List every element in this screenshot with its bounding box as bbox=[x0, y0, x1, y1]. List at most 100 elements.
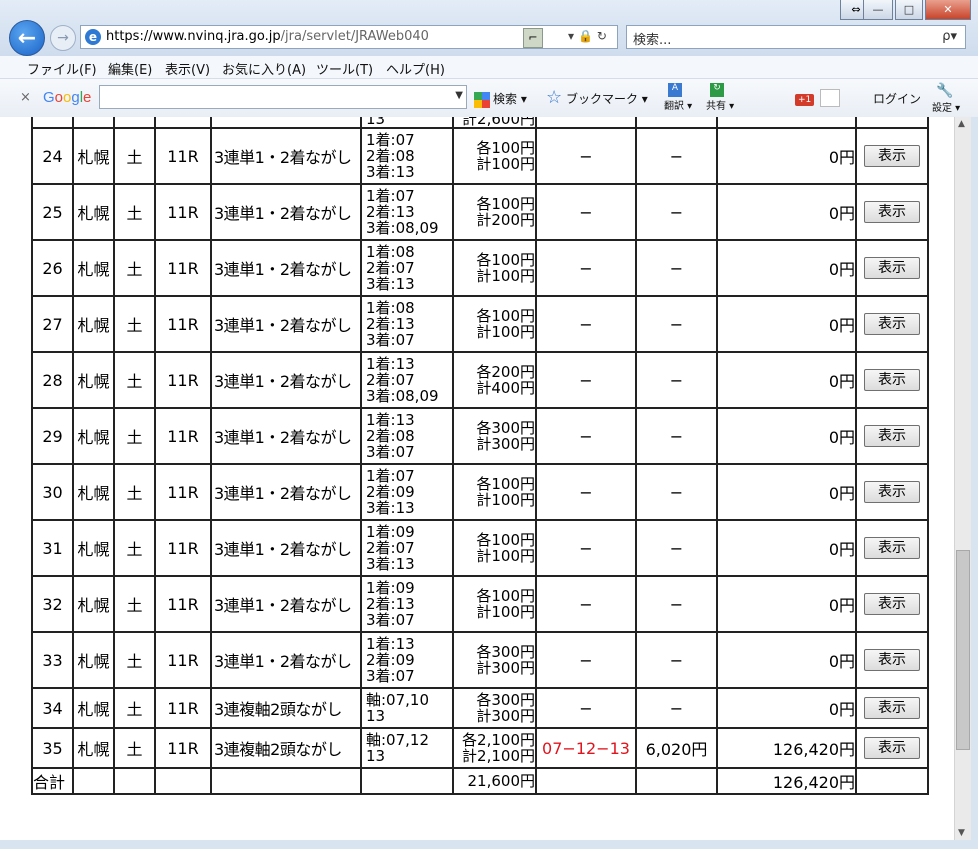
selection-line: 2着:07 bbox=[366, 371, 415, 389]
table-row: 27 札幌土 11R 3連単1・2着ながし 1着:08 2着:13 3着:07 各100円 計1… bbox=[31, 295, 929, 353]
cell-selection: 1着:09 2着:07 3着:13 bbox=[360, 519, 454, 577]
forward-arrow-icon[interactable]: → bbox=[50, 25, 76, 51]
cell-race: 11R bbox=[154, 295, 212, 353]
scroll-down-icon[interactable]: ▼ bbox=[958, 828, 965, 838]
cell-no: 34 bbox=[31, 687, 74, 729]
cell-type: 3連単1・2着ながし bbox=[210, 463, 362, 521]
table-row: 35 札幌土 11R 3連複軸2頭ながし 軸:07,12 13 各2,100円 計2,100円… bbox=[31, 727, 929, 769]
ie-page-icon: e bbox=[85, 29, 101, 45]
search-icon[interactable]: ρ▾ bbox=[942, 29, 957, 44]
cell-race: 11R bbox=[154, 687, 212, 729]
cell-hit: − bbox=[535, 519, 637, 577]
toolbar-close-icon[interactable]: × bbox=[20, 90, 31, 105]
selection-line: 軸:07,10 bbox=[366, 691, 429, 709]
window-controls: — □ ✕ bbox=[863, 0, 971, 20]
show-button[interactable]: 表示 bbox=[864, 737, 920, 759]
translate-label: 翻訳 ▾ bbox=[664, 101, 693, 112]
cell-odds: − bbox=[635, 631, 718, 689]
translate-button[interactable]: A 翻訳 ▾ bbox=[664, 83, 692, 112]
back-arrow-icon[interactable]: ← bbox=[9, 20, 45, 56]
cell-place: 札幌 bbox=[72, 239, 115, 297]
gplus-button[interactable]: +1 bbox=[795, 89, 841, 107]
selection-line: 1着:07 bbox=[366, 131, 415, 149]
selection-line: 1着:13 bbox=[366, 411, 415, 429]
cell-day: 土 bbox=[113, 239, 156, 297]
cell-empty bbox=[154, 767, 212, 795]
login-button[interactable]: ログイン bbox=[873, 90, 921, 107]
cell-odds: 6,020円 bbox=[635, 727, 718, 769]
cell-hit: − bbox=[535, 407, 637, 465]
show-button[interactable]: 表示 bbox=[864, 537, 920, 559]
dropdown-icon[interactable]: ▼ bbox=[455, 90, 463, 101]
minimize-button[interactable]: — bbox=[863, 0, 893, 20]
show-button[interactable]: 表示 bbox=[864, 313, 920, 335]
table-row: 26 札幌土 11R 3連単1・2着ながし 1着:08 2着:07 3着:13 各100円 計1… bbox=[31, 239, 929, 297]
menu-favorites[interactable]: お気に入り(A) bbox=[222, 59, 306, 78]
cell-type: 3連単1・2着ながし bbox=[210, 239, 362, 297]
settings-button[interactable]: 🔧 設定 ▾ bbox=[932, 83, 960, 114]
show-button[interactable]: 表示 bbox=[864, 481, 920, 503]
cell-amount: 各100円 計100円 bbox=[452, 127, 537, 185]
cell-race: 11R bbox=[154, 351, 212, 409]
compatibility-view-icon[interactable]: ⌐ bbox=[523, 28, 543, 48]
cell-type: 3連単1・2着ながし bbox=[210, 127, 362, 185]
bookmark-button[interactable]: ☆ ブックマーク ▾ bbox=[546, 87, 648, 108]
cell-race bbox=[154, 117, 212, 129]
show-button[interactable]: 表示 bbox=[864, 257, 920, 279]
cell-race: 11R bbox=[154, 463, 212, 521]
show-button[interactable]: 表示 bbox=[864, 145, 920, 167]
show-button[interactable]: 表示 bbox=[864, 697, 920, 719]
cell-amount: 各100円 計100円 bbox=[452, 575, 537, 633]
menu-tools[interactable]: ツール(T) bbox=[316, 59, 373, 78]
show-button[interactable]: 表示 bbox=[864, 649, 920, 671]
wrench-icon: 🔧 bbox=[936, 83, 954, 99]
translate-icon: A bbox=[668, 83, 682, 97]
show-button[interactable]: 表示 bbox=[864, 201, 920, 223]
cell-button: 表示 bbox=[855, 239, 929, 297]
cell-day: 土 bbox=[113, 519, 156, 577]
address-bar[interactable]: e https://www.nvinq.jra.go.jp/jra/servle… bbox=[80, 25, 618, 49]
menu-view[interactable]: 表示(V) bbox=[165, 59, 210, 78]
cell-payout: 0円 bbox=[716, 463, 857, 521]
maximize-button[interactable]: □ bbox=[895, 0, 923, 20]
menu-help[interactable]: ヘルプ(H) bbox=[386, 59, 445, 78]
close-button[interactable]: ✕ bbox=[925, 0, 971, 20]
cell-odds: − bbox=[635, 351, 718, 409]
cell-race: 11R bbox=[154, 407, 212, 465]
google-search-input[interactable]: ▼ bbox=[99, 85, 467, 109]
cell-race: 11R bbox=[154, 575, 212, 633]
menu-file[interactable]: ファイル(F) bbox=[27, 59, 97, 78]
cell-hit: − bbox=[535, 687, 637, 729]
show-button[interactable]: 表示 bbox=[864, 593, 920, 615]
cell-hit: − bbox=[535, 239, 637, 297]
cell-no: 35 bbox=[31, 727, 74, 769]
cell-total-payout: 126,420円 bbox=[716, 767, 857, 795]
cell-hit: − bbox=[535, 295, 637, 353]
cell-empty bbox=[72, 767, 115, 795]
selection-line: 3着:13 bbox=[366, 275, 415, 293]
cell-type: 3連複軸2頭ながし bbox=[210, 687, 362, 729]
cell-place: 札幌 bbox=[72, 183, 115, 241]
cell-type bbox=[210, 117, 362, 129]
show-button[interactable]: 表示 bbox=[864, 369, 920, 391]
amount-line: 各100円 bbox=[476, 587, 535, 605]
menu-edit[interactable]: 編集(E) bbox=[108, 59, 152, 78]
url-text[interactable]: https://www.nvinq.jra.go.jp/jra/servlet/… bbox=[106, 29, 429, 44]
cell-race: 11R bbox=[154, 631, 212, 689]
selection-line: 2着:07 bbox=[366, 539, 415, 557]
address-tools-icons[interactable]: ▾🔒↻ bbox=[568, 29, 611, 43]
selection-line: 3着:07 bbox=[366, 611, 415, 629]
cell-type: 3連単1・2着ながし bbox=[210, 351, 362, 409]
vertical-scrollbar[interactable]: ▲ ▼ bbox=[954, 117, 972, 840]
cell-selection: 1着:08 2着:13 3着:07 bbox=[360, 295, 454, 353]
scroll-up-icon[interactable]: ▲ bbox=[958, 119, 965, 129]
google-search-button[interactable]: 検索 ▾ bbox=[474, 90, 527, 108]
cell-hit bbox=[535, 117, 637, 129]
share-button[interactable]: ↻ 共有 ▾ bbox=[706, 83, 734, 112]
show-button[interactable]: 表示 bbox=[864, 425, 920, 447]
scrollbar-thumb[interactable] bbox=[956, 550, 970, 750]
cell-empty bbox=[360, 767, 454, 795]
amount-line: 計200円 bbox=[476, 211, 535, 229]
cell-payout: 0円 bbox=[716, 183, 857, 241]
search-box[interactable]: 検索... ρ▾ bbox=[626, 25, 966, 49]
